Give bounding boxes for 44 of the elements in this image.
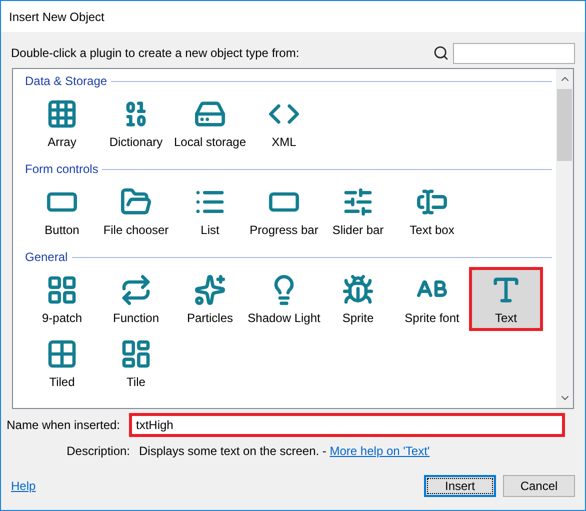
plugin-item[interactable]: Tiled (25, 331, 99, 395)
repeat-icon (120, 274, 152, 306)
instruction-text: Double-click a plugin to create a new object type from: (11, 45, 300, 62)
plugin-item[interactable]: Button (25, 179, 99, 243)
description-label: Description: (66, 443, 131, 460)
plugin-item[interactable]: 9-patch (25, 267, 99, 331)
plugin-item[interactable]: Local storage (173, 91, 247, 155)
window-title: Insert New Object (9, 8, 104, 26)
field-label: Name when inserted: (6, 417, 121, 434)
description-text: Displays some text on the screen. - (139, 443, 328, 460)
plugin-item[interactable]: Shadow Light (247, 267, 321, 331)
dialog-button[interactable]: Insert (424, 475, 496, 497)
grid-icon (46, 274, 78, 306)
group-heading: Data & Storage (25, 73, 108, 90)
search-icon (433, 45, 449, 61)
plugin-item[interactable]: Particles (173, 267, 247, 331)
plugin-item[interactable]: List (173, 179, 247, 243)
plugin-item[interactable]: Dictionary (99, 91, 173, 155)
plugin-item[interactable]: File chooser (99, 179, 173, 243)
help-link[interactable]: Help (11, 477, 36, 495)
plugin-item[interactable]: Text box (395, 179, 469, 243)
plugin-item[interactable]: XML (247, 91, 321, 155)
search-field[interactable] (453, 42, 575, 64)
plugin-item[interactable]: Function (99, 267, 173, 331)
group-heading: General (25, 249, 68, 266)
bug-icon (342, 274, 374, 306)
tiles-icon (120, 338, 152, 370)
name-input[interactable]: txtHigh (129, 413, 565, 437)
checker-icon (46, 338, 78, 370)
scrollbar[interactable] (556, 69, 573, 408)
group-heading: Form controls (25, 161, 98, 178)
plugin-item[interactable]: Progress bar (247, 179, 321, 243)
plugin-item[interactable]: Sprite (321, 267, 395, 331)
plugin-item[interactable]: Text (469, 267, 543, 331)
slider-icon (342, 186, 374, 218)
sparkles-icon (194, 274, 226, 306)
plugin-item[interactable]: Array (25, 91, 99, 155)
plugin-item[interactable]: Tile (99, 331, 173, 395)
scroll-thumb[interactable] (557, 89, 572, 161)
dialog-button[interactable]: Cancel (503, 475, 575, 497)
help-link[interactable]: More help on 'Text' (330, 442, 430, 460)
plugin-item[interactable]: Sprite font (395, 267, 469, 331)
grid-icon (46, 98, 78, 130)
plugin-item[interactable]: Slider bar (321, 179, 395, 243)
